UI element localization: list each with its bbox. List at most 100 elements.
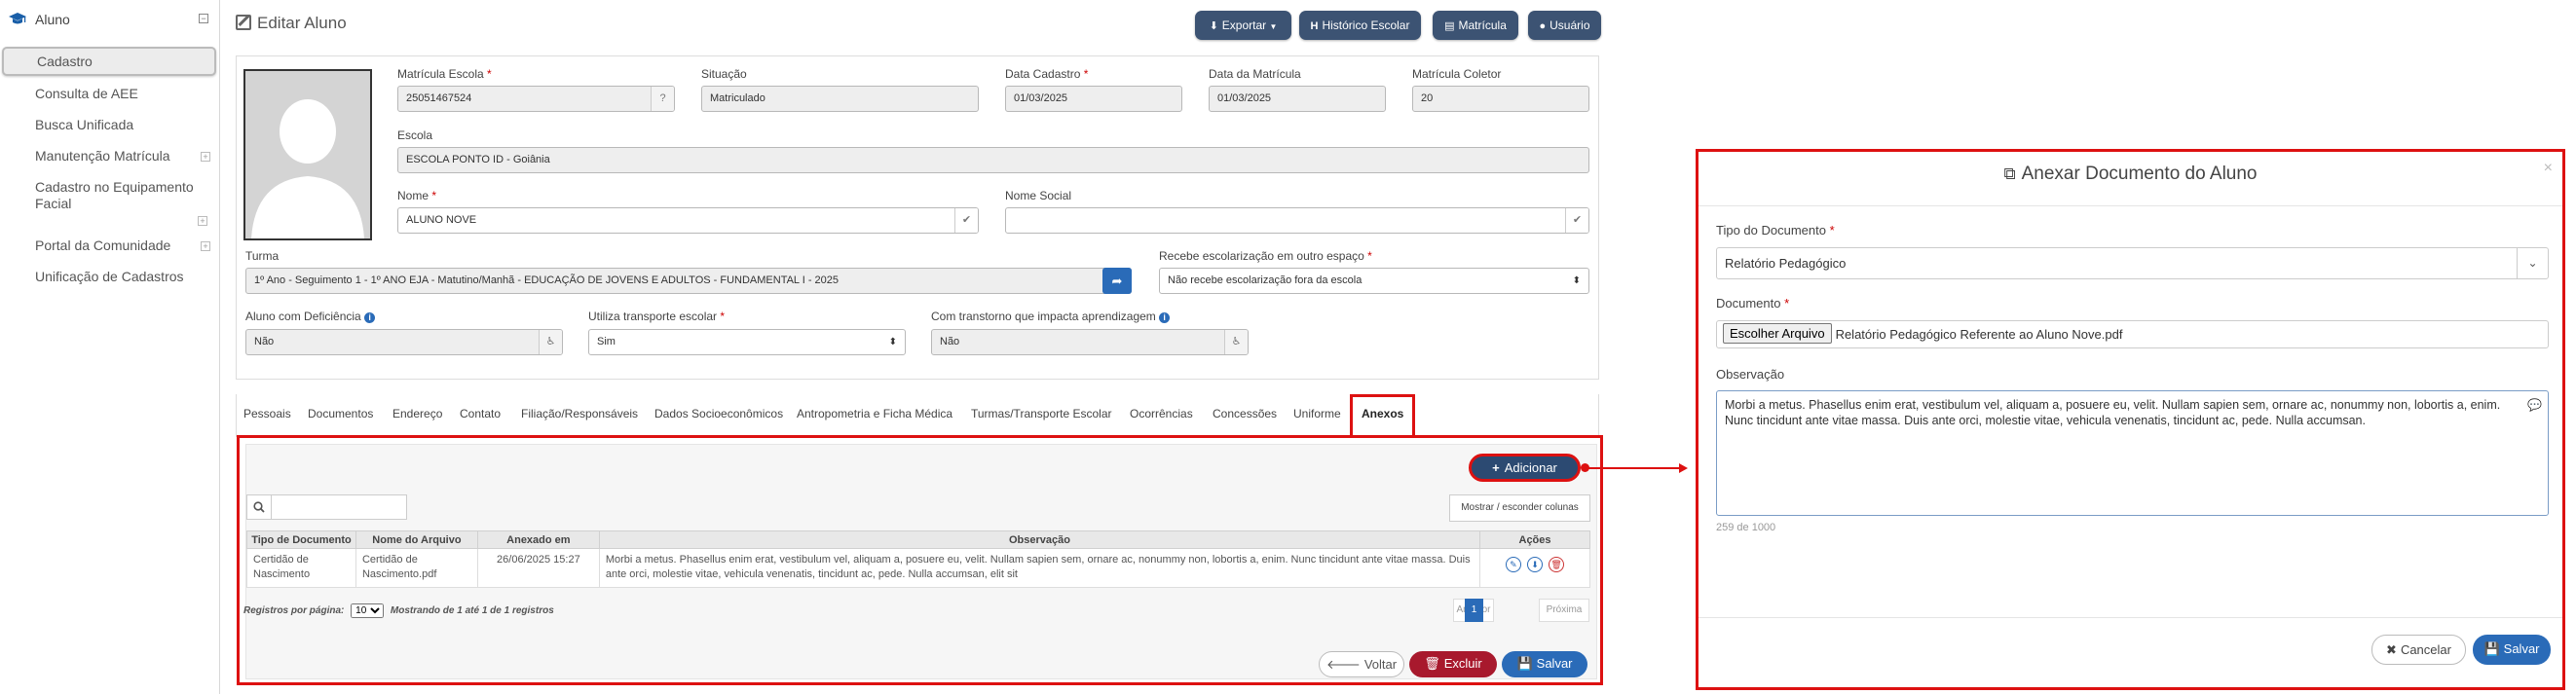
help-circle-icon[interactable]: ? [651,87,674,111]
matricula-escola-field[interactable]: 25051467524? [397,86,675,112]
voltar-button[interactable]: 🡐 Voltar [1319,651,1404,677]
info-icon[interactable]: i [1159,312,1171,323]
table-header-row: Tipo de Documento Nome do Arquivo Anexad… [246,530,1590,549]
label-text: Utiliza transporte escolar [588,310,718,323]
accessibility-icon[interactable]: ♿ [539,330,562,354]
toggle-columns-button[interactable]: Mostrar / esconder colunas [1449,494,1590,522]
anexos-table: Tipo de Documento Nome do Arquivo Anexad… [246,530,1590,588]
tab-contato[interactable]: Contato [460,407,501,420]
sidebar-item-unificacao-cadastros[interactable]: Unificação de Cadastros [0,269,220,285]
sidebar-item-busca-unificada[interactable]: Busca Unificada [0,117,220,133]
nome-field[interactable]: ALUNO NOVE ✔ [397,207,979,234]
page-size-select[interactable]: 10 [351,603,385,618]
escola-field[interactable]: ESCOLA PONTO ID - Goiânia [397,147,1589,173]
col-tipo-documento[interactable]: Tipo de Documento [246,530,356,549]
edit-icon[interactable]: ✎ [1505,557,1521,572]
col-observacao[interactable]: Observação [598,530,1481,549]
turma-field[interactable]: 1º Ano - Seguimento 1 - 1º ANO EJA - Mat… [245,268,1132,294]
graduation-cap-icon [8,11,27,30]
avatar-placeholder-icon [245,71,370,238]
table-search [246,494,407,520]
situacao-field[interactable]: Matriculado [701,86,979,112]
salvar-button[interactable]: 💾 Salvar [1502,651,1587,677]
export-button[interactable]: ⬇ Exportar ▼ [1195,11,1291,40]
select-value: Sim [597,336,616,347]
nome-label: Nome * [397,189,437,202]
sidebar-item-portal-comunidade[interactable]: Portal da Comunidade + [0,237,220,254]
sidebar-item-consulta-aee[interactable]: Consulta de AEE [0,86,220,102]
label-text: Matrícula Escola [397,67,484,81]
collapse-icon[interactable]: − [199,14,208,23]
student-photo[interactable] [243,69,372,240]
tab-endereco[interactable]: Endereço [392,407,442,420]
tab-pessoais[interactable]: Pessoais [243,407,291,420]
next-page-button[interactable]: Próxima [1539,599,1589,622]
matricula-coletor-field[interactable]: 20 [1412,86,1589,112]
expand-icon[interactable]: + [198,216,207,226]
expand-icon[interactable]: + [201,152,210,162]
attach-document-modal: ⧉ Anexar Documento do Aluno × Tipo do Doc… [1696,149,2565,690]
accessibility-icon[interactable]: ♿ [1224,330,1248,354]
download-icon[interactable]: ⬇ [1527,557,1544,572]
transporte-select[interactable]: Sim ⬍ [588,329,906,355]
tab-filiacao[interactable]: Filiação/Responsáveis [521,407,638,420]
recebe-escolarizacao-select[interactable]: Não recebe escolarização fora da escola ⬍ [1159,268,1589,294]
sidebar-item-manutencao-matricula[interactable]: Manutenção Matrícula + [0,148,220,164]
search-input[interactable] [271,494,407,520]
observacao-textarea[interactable]: Morbi a metus. Phasellus enim erat, vest… [1716,390,2549,516]
escola-label: Escola [397,128,433,142]
excluir-button[interactable]: 🗑 Excluir [1409,651,1497,677]
delete-icon[interactable]: 🗑 [1549,557,1565,572]
label-text: Recebe escolarização em outro espaço [1159,249,1364,263]
tab-ocorrencias[interactable]: Ocorrências [1130,407,1193,420]
deficiencia-field[interactable]: Não ♿ [245,329,563,355]
search-icon [246,494,272,520]
tipo-documento-select[interactable]: Relatório Pedagógico ⌄ [1716,247,2549,279]
sidebar-section-title: Aluno [35,12,70,27]
voltar-label: Voltar [1363,657,1398,672]
tab-documentos[interactable]: Documentos [308,407,373,420]
usuario-label: Usuário [1549,18,1590,32]
tab-socioeconomicos[interactable]: Dados Socioeconômicos [654,407,783,420]
info-icon[interactable]: i [364,312,376,323]
choose-file-button[interactable]: Escolher Arquivo [1723,323,1832,344]
transtorno-field[interactable]: Não ♿ [931,329,1249,355]
user-icon: ● [1539,20,1547,32]
expand-icon[interactable]: + [201,241,210,251]
export-label: Exportar [1221,18,1267,32]
sidebar-item-cadastro[interactable]: Cadastro [2,47,216,76]
observacao-label: Observação [1716,367,1785,382]
cancel-button[interactable]: ✖ Cancelar [2371,635,2466,665]
tab-concessoes[interactable]: Concessões [1213,407,1277,420]
add-attachment-button[interactable]: + Adicionar [1469,454,1581,482]
tab-antropometria[interactable]: Antropometria e Ficha Médica [797,407,952,420]
comment-icon: 💬 [2527,398,2542,412]
excluir-label: Excluir [1443,656,1482,671]
sidebar-item-equipamento-facial[interactable]: Cadastro no Equipamento Facial [0,179,195,212]
save-button[interactable]: 💾 Salvar [2473,635,2551,665]
col-nome-arquivo[interactable]: Nome do Arquivo [355,530,478,549]
caret-down-icon: ▼ [1269,22,1278,31]
documento-file-input[interactable]: Escolher Arquivo Relatório Pedagógico Ref… [1716,320,2549,348]
share-icon[interactable]: ➦ [1102,268,1132,294]
sidebar-item-label: Manutenção Matrícula [35,148,170,164]
col-anexado-em[interactable]: Anexado em [476,530,600,549]
save-icon: 💾 [1516,656,1533,671]
sidebar-item-label: Unificação de Cadastros [35,269,184,284]
sidebar-section-aluno[interactable]: Aluno − [8,8,212,35]
field-value: Não [940,336,960,347]
usuario-button[interactable]: ● Usuário [1528,11,1601,40]
matricula-button[interactable]: ▤ Matrícula [1433,11,1518,40]
matricula-coletor-label: Matrícula Coletor [1412,67,1502,81]
sidebar: Aluno − Cadastro Consulta de AEE Busca U… [0,0,220,694]
close-icon[interactable]: × [2544,160,2553,177]
check-icon: ✔ [1565,208,1588,233]
tab-uniforme[interactable]: Uniforme [1293,407,1341,420]
data-cadastro-field[interactable]: 01/03/2025 [1005,86,1182,112]
historico-escolar-button[interactable]: H Histórico Escolar [1299,11,1421,40]
tab-turmas-transporte[interactable]: Turmas/Transporte Escolar [971,407,1112,420]
tab-anexos[interactable]: Anexos [1362,407,1403,420]
page-1-button[interactable]: 1 [1465,599,1483,622]
nome-social-field[interactable]: ✔ [1005,207,1589,234]
data-matricula-field[interactable]: 01/03/2025 [1209,86,1386,112]
